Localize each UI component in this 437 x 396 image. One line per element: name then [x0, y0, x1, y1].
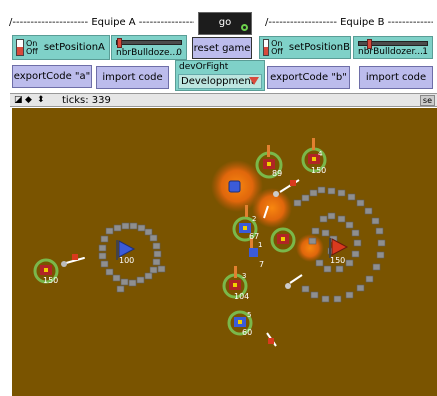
- chooser-value: Developpment: [181, 76, 255, 87]
- base-b: [329, 238, 349, 258]
- unit-health: 7: [259, 260, 265, 269]
- bulldozer-a-value: 0: [176, 48, 182, 58]
- missile-1: [61, 254, 85, 267]
- unit-health: 150: [43, 276, 59, 285]
- set-position-b-label: setPositionB: [288, 42, 350, 53]
- explosion-glow: [252, 188, 292, 228]
- base-a-health: 100: [119, 256, 135, 265]
- base-b-health: 150: [330, 256, 346, 265]
- import-code-b-button[interactable]: import code: [359, 66, 433, 89]
- set-position-a-switch[interactable]: On Off setPositionA: [12, 35, 110, 60]
- unit-health: 67: [249, 232, 260, 241]
- team-b-label: /------------------- Equipe B ----------…: [265, 17, 433, 28]
- bulldozer-b-value: 1: [422, 47, 428, 57]
- team-a-label: /--------------------- Equipe A --------…: [9, 17, 194, 28]
- updown-icon[interactable]: ⬍: [37, 96, 45, 105]
- switch-off-label: Off: [26, 46, 38, 56]
- unit-id: 5: [247, 311, 252, 319]
- missile-5: [266, 332, 277, 347]
- world-view[interactable]: 100 150 150 89 150 67 7 104 60 2 3 4 5 1: [12, 108, 437, 396]
- shield-icon: [228, 180, 241, 193]
- unit-health: 104: [234, 292, 250, 301]
- switch-track: [16, 39, 24, 56]
- slider-track: [116, 38, 182, 48]
- bulldozer-a-slider[interactable]: nbrBulldoze... 0: [111, 35, 187, 60]
- dev-or-fight-chooser[interactable]: devOrFight Developpment: [175, 60, 265, 91]
- missile-4: [285, 274, 303, 289]
- loop-icon: [241, 24, 248, 31]
- ticks-counter: ticks: 339: [62, 95, 111, 106]
- world-toolbar: ◪ ◆ ⬍ ticks: 339 se: [10, 93, 437, 107]
- unit-id: 3: [242, 272, 247, 280]
- unit-health: 60: [242, 328, 253, 337]
- switch-off-label: Off: [271, 46, 283, 56]
- slider-track: [358, 39, 428, 49]
- unit-id: 4: [318, 150, 323, 158]
- export-code-a-button[interactable]: exportCode "a": [12, 65, 92, 88]
- world-canvas: [33, 138, 386, 347]
- slider-thumb[interactable]: [117, 38, 122, 48]
- switch-track: [263, 39, 270, 56]
- chooser-label: devOrFight: [179, 62, 229, 72]
- unit-health: 89: [272, 169, 283, 178]
- chevron-down-icon: [249, 77, 259, 85]
- unit-mid-b: [270, 227, 296, 253]
- settings-button[interactable]: se: [419, 95, 435, 106]
- reset-game-button[interactable]: reset game: [192, 37, 252, 59]
- set-position-a-label: setPositionA: [43, 42, 105, 53]
- bulldozer-b-label: nbrBulldozer...: [358, 47, 423, 57]
- import-code-a-button[interactable]: import code: [96, 66, 169, 89]
- unit-health: 150: [311, 166, 327, 175]
- set-position-b-switch[interactable]: On Off setPositionB: [259, 36, 351, 59]
- go-button[interactable]: go: [198, 12, 252, 35]
- export-code-b-button[interactable]: exportCode "b": [267, 66, 350, 89]
- speed-icon[interactable]: ◪: [14, 96, 23, 105]
- bulldozer-a-label: nbrBulldoze...: [116, 48, 179, 58]
- arrows-icon[interactable]: ◆: [25, 96, 32, 105]
- unit-id: 2: [252, 215, 257, 223]
- unit-id: 1: [258, 241, 263, 249]
- bulldozer-b-slider[interactable]: nbrBulldozer... 1: [353, 36, 433, 59]
